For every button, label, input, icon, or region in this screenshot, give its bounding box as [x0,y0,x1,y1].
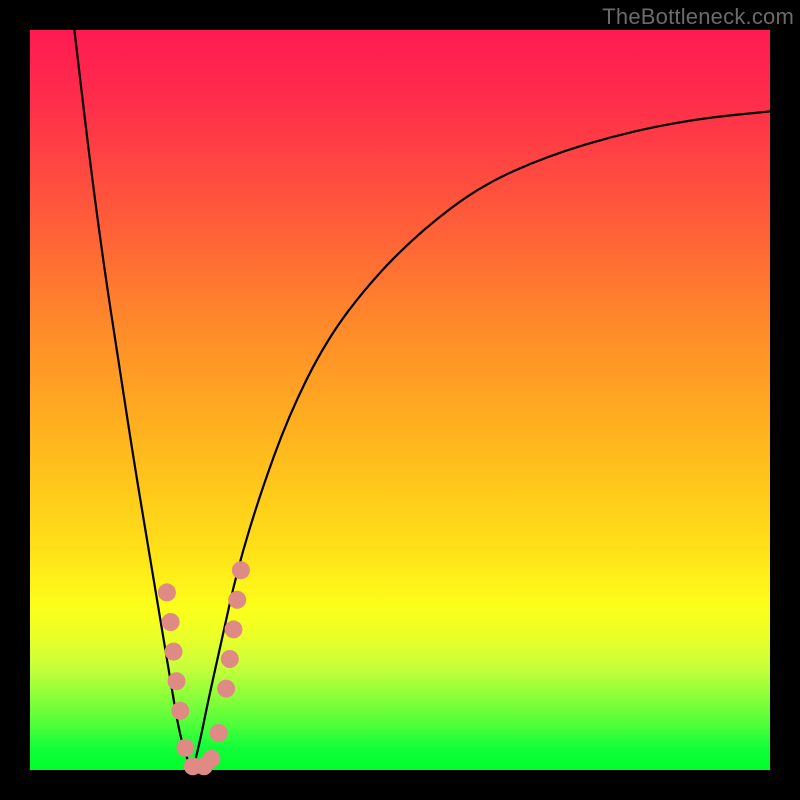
bottleneck-curve-right [193,111,770,770]
data-markers [158,561,250,775]
data-marker [165,643,183,661]
data-marker [162,613,180,631]
data-marker [221,650,239,668]
chart-frame: TheBottleneck.com [0,0,800,800]
plot-area [30,30,770,770]
data-marker [228,591,246,609]
data-marker [232,561,250,579]
watermark-text: TheBottleneck.com [602,4,794,30]
data-marker [210,724,228,742]
data-marker [217,680,235,698]
data-marker [225,620,243,638]
data-marker [171,702,189,720]
data-marker [158,583,176,601]
curve-layer [30,30,770,770]
data-marker [202,750,220,768]
data-marker [168,672,186,690]
data-marker [176,739,194,757]
